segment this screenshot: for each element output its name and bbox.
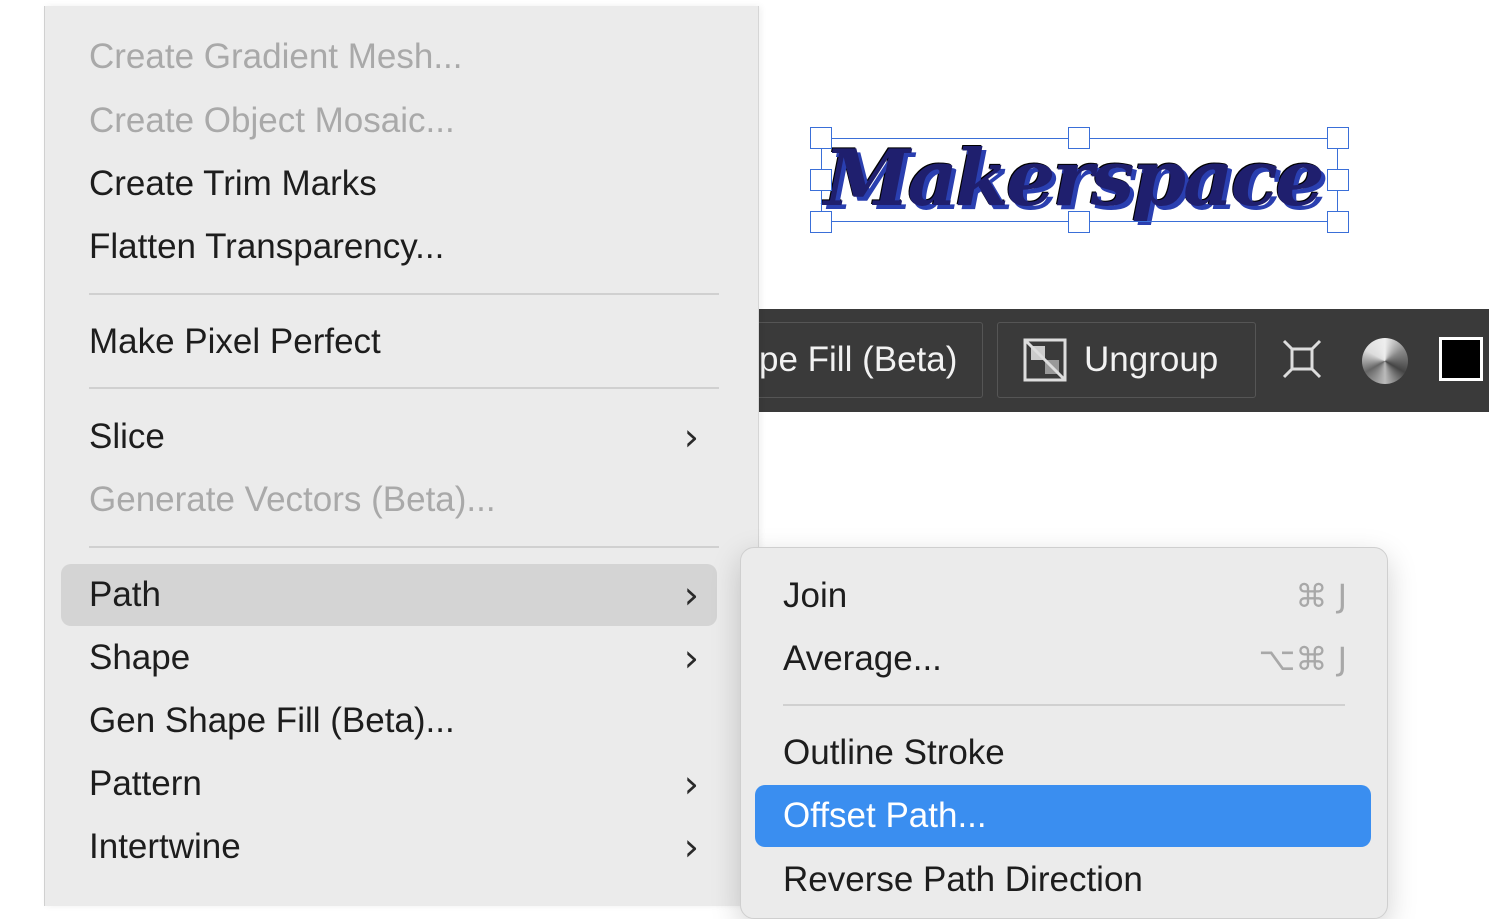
menu-item-gen-shape-fill[interactable]: Gen Shape Fill (Beta)...	[61, 690, 717, 752]
menu-item-label: Create Gradient Mesh...	[89, 37, 463, 76]
menu-separator	[783, 704, 1345, 706]
menu-item-label: Flatten Transparency...	[89, 227, 445, 266]
selection-handle-top-left[interactable]	[810, 127, 832, 149]
chevron-right-icon: ›	[683, 636, 699, 680]
keyboard-shortcut: ⌘ J	[1295, 577, 1347, 615]
menu-item-make-pixel-perfect[interactable]: Make Pixel Perfect	[61, 311, 717, 373]
menu-item-label: Generate Vectors (Beta)...	[89, 480, 496, 519]
menu-item-flatten-transparency[interactable]: Flatten Transparency...	[61, 216, 717, 278]
ungroup-button[interactable]: Ungroup	[997, 322, 1256, 398]
submenu-item-label: Join	[783, 576, 848, 615]
menu-separator	[89, 293, 719, 295]
selection-handle-bottom-center[interactable]	[1068, 211, 1090, 233]
submenu-item-outline-stroke[interactable]: Outline Stroke	[755, 722, 1371, 784]
fill-color-swatch[interactable]	[1439, 337, 1483, 381]
keyboard-shortcut: ⌥⌘ J	[1258, 640, 1347, 678]
menu-item-slice[interactable]: Slice ›	[61, 406, 717, 468]
path-submenu: Join ⌘ J Average... ⌥⌘ J Outline Stroke …	[740, 547, 1388, 919]
menu-item-label: Create Trim Marks	[89, 164, 377, 203]
menu-item-path[interactable]: Path ›	[61, 564, 717, 626]
selection-handle-middle-left[interactable]	[810, 169, 832, 191]
submenu-item-label: Outline Stroke	[783, 733, 1005, 772]
menu-item-label: Pattern	[89, 764, 202, 803]
submenu-item-offset-path[interactable]: Offset Path...	[755, 785, 1371, 847]
menu-item-label: Intertwine	[89, 827, 241, 866]
recolor-icon[interactable]	[1362, 338, 1408, 384]
object-menu: Create Gradient Mesh... Create Object Mo…	[44, 6, 759, 906]
menu-item-create-object-mosaic[interactable]: Create Object Mosaic...	[61, 90, 717, 152]
menu-item-shape[interactable]: Shape ›	[61, 627, 717, 689]
isolate-icon[interactable]	[1282, 339, 1322, 379]
gen-shape-fill-label: pe Fill (Beta)	[759, 340, 958, 379]
selection-handle-middle-right[interactable]	[1327, 169, 1349, 191]
menu-separator	[89, 387, 719, 389]
submenu-item-label: Offset Path...	[783, 796, 987, 835]
menu-item-create-trim-marks[interactable]: Create Trim Marks	[61, 153, 717, 215]
menu-item-label: Create Object Mosaic...	[89, 101, 455, 140]
contextual-task-bar: pe Fill (Beta) Ungroup	[740, 309, 1489, 412]
selection-handle-bottom-right[interactable]	[1327, 211, 1349, 233]
menu-item-generate-vectors[interactable]: Generate Vectors (Beta)...	[61, 469, 717, 531]
menu-item-label: Make Pixel Perfect	[89, 322, 381, 361]
menu-separator	[89, 546, 719, 548]
menu-item-label: Gen Shape Fill (Beta)...	[89, 701, 455, 740]
submenu-item-join[interactable]: Join ⌘ J	[755, 565, 1371, 627]
menu-item-intertwine[interactable]: Intertwine ›	[61, 816, 717, 878]
chevron-right-icon: ›	[683, 573, 699, 617]
menu-item-label: Path	[89, 575, 161, 614]
menu-item-label: Slice	[89, 417, 165, 456]
chevron-right-icon: ›	[683, 415, 699, 459]
menu-item-create-gradient-mesh[interactable]: Create Gradient Mesh...	[61, 26, 717, 88]
chevron-right-icon: ›	[683, 762, 699, 806]
menu-item-pattern[interactable]: Pattern ›	[61, 753, 717, 815]
selection-handle-bottom-left[interactable]	[810, 211, 832, 233]
submenu-item-label: Reverse Path Direction	[783, 860, 1143, 899]
submenu-item-label: Average...	[783, 639, 942, 678]
chevron-right-icon: ›	[683, 825, 699, 869]
selection-handle-top-center[interactable]	[1068, 127, 1090, 149]
submenu-item-average[interactable]: Average... ⌥⌘ J	[755, 628, 1371, 690]
submenu-item-reverse-path-direction[interactable]: Reverse Path Direction	[755, 849, 1371, 911]
gen-shape-fill-button[interactable]: pe Fill (Beta)	[740, 322, 983, 398]
selection-bounding-box	[821, 138, 1338, 222]
selection-handle-top-right[interactable]	[1327, 127, 1349, 149]
ungroup-label: Ungroup	[1084, 340, 1219, 379]
ungroup-icon	[1022, 337, 1068, 383]
menu-item-label: Shape	[89, 638, 191, 677]
